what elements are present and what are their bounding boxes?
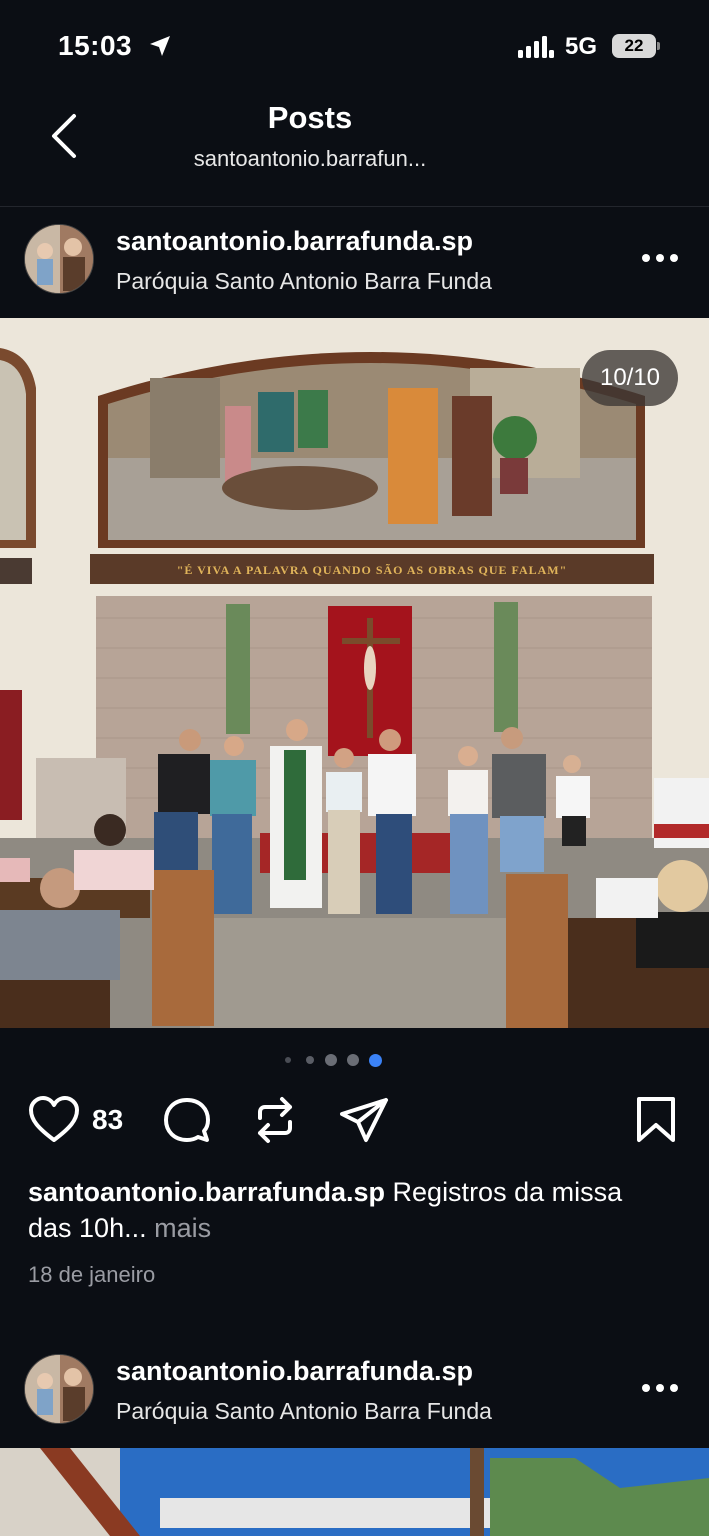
more-horizontal-icon[interactable] <box>640 252 680 264</box>
location-arrow-icon <box>150 36 170 56</box>
banner-text: "É VIVA A PALAVRA QUANDO SÃO AS OBRAS QU… <box>177 563 568 577</box>
avatar[interactable] <box>24 1354 94 1424</box>
carousel-dot <box>347 1054 359 1066</box>
more-horizontal-icon[interactable] <box>640 1382 680 1394</box>
post-location[interactable]: Paróquia Santo Antonio Barra Funda <box>116 268 492 295</box>
post-username[interactable]: santoantonio.barrafunda.sp <box>116 1356 473 1387</box>
network-type: 5G <box>565 33 598 60</box>
like-count[interactable]: 83 <box>92 1104 123 1136</box>
carousel-dot <box>285 1057 291 1063</box>
post-photo[interactable] <box>0 1448 709 1536</box>
comment-icon[interactable] <box>162 1096 212 1144</box>
status-bar: 15:03 5G 22 <box>0 0 709 96</box>
post-photo[interactable]: "É VIVA A PALAVRA QUANDO SÃO AS OBRAS QU… <box>0 318 709 1028</box>
carousel-dot <box>306 1056 314 1064</box>
post-date: 18 de janeiro <box>28 1262 156 1287</box>
bookmark-icon[interactable] <box>634 1096 678 1144</box>
carousel-dot-active <box>369 1054 382 1067</box>
post-actions: 83 <box>0 1092 709 1152</box>
post-header: santoantonio.barrafunda.sp Paróquia Sant… <box>0 208 709 318</box>
caption-username[interactable]: santoantonio.barrafunda.sp <box>28 1177 385 1207</box>
send-icon[interactable] <box>338 1096 390 1144</box>
signal-icon <box>518 36 554 58</box>
battery-indicator: 22 <box>612 34 660 58</box>
carousel-dot <box>325 1054 337 1066</box>
carousel-dots <box>0 1052 709 1068</box>
post-username[interactable]: santoantonio.barrafunda.sp <box>116 226 473 257</box>
post-header: santoantonio.barrafunda.sp Paróquia Sant… <box>0 1338 709 1448</box>
page-title: Posts <box>267 100 353 135</box>
page-subtitle[interactable]: santoantonio.barrafun... <box>0 146 620 172</box>
status-time: 15:03 <box>58 30 133 61</box>
tent-image <box>0 1448 709 1536</box>
post-location[interactable]: Paróquia Santo Antonio Barra Funda <box>116 1398 492 1425</box>
post-caption: santoantonio.barrafunda.sp Registros da … <box>28 1174 668 1246</box>
carousel-counter: 10/10 <box>582 350 678 406</box>
repost-icon[interactable] <box>252 1096 298 1144</box>
battery-level: 22 <box>612 34 656 58</box>
heart-icon[interactable] <box>28 1096 80 1144</box>
caption-more-link[interactable]: mais <box>147 1213 211 1243</box>
page-header: Posts santoantonio.barrafun... <box>0 96 709 206</box>
header-divider <box>0 206 709 207</box>
avatar[interactable] <box>24 224 94 294</box>
church-altar-image: "É VIVA A PALAVRA QUANDO SÃO AS OBRAS QU… <box>0 318 709 1028</box>
